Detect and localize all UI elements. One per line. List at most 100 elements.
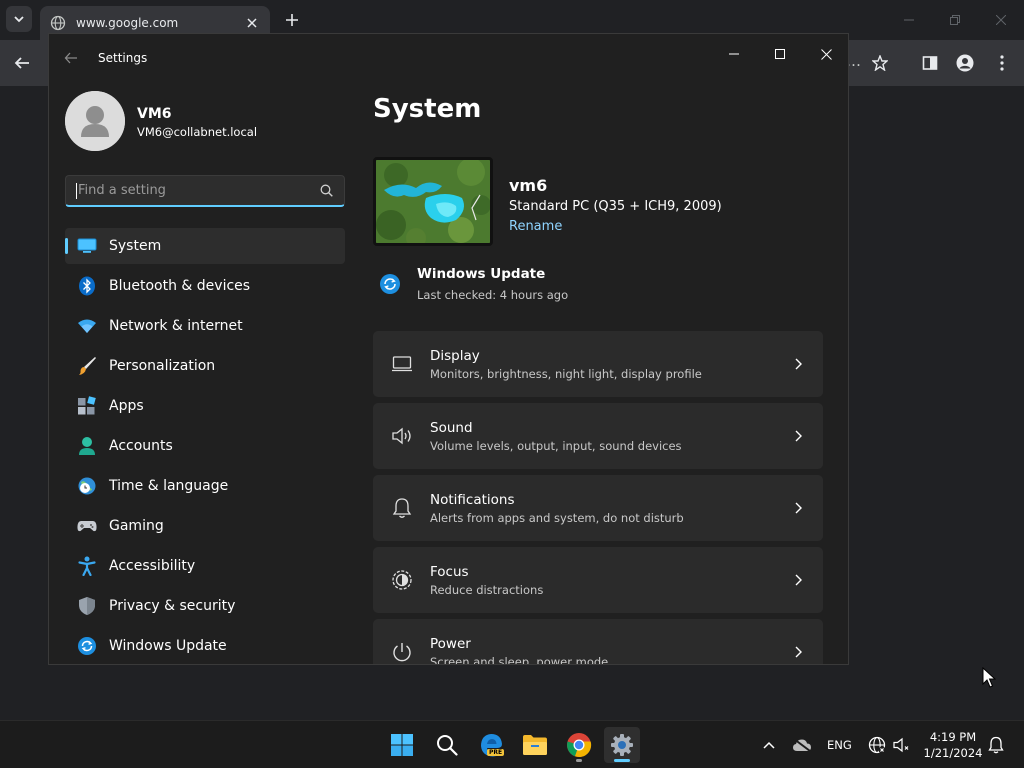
sidebar-item-label: Accessibility	[109, 558, 196, 574]
accounts-icon	[77, 436, 97, 456]
search-icon	[437, 735, 458, 756]
profile-email: VM6@collabnet.local	[137, 125, 258, 139]
sidebar-item-accounts[interactable]: Accounts	[65, 428, 345, 464]
settings-window: Settings VM6 VM6@collabnet.local Find a …	[48, 33, 849, 665]
focus-card[interactable]: Focus Reduce distractions	[373, 547, 823, 613]
sidebar-item-accessibility[interactable]: Accessibility	[65, 548, 345, 584]
power-icon	[391, 641, 413, 663]
more-vertical-icon	[1000, 55, 1004, 71]
windows-update-icon	[379, 273, 401, 295]
chevron-right-icon	[791, 429, 805, 443]
onedrive-button[interactable]	[791, 735, 813, 755]
card-subtitle: Reduce distractions	[430, 582, 544, 597]
chevron-down-icon	[14, 16, 24, 23]
sidebar-item-label: Gaming	[109, 518, 164, 534]
maximize-button[interactable]	[757, 40, 803, 68]
sound-card[interactable]: Sound Volume levels, output, input, soun…	[373, 403, 823, 469]
person-icon	[956, 54, 974, 72]
chevron-right-icon	[791, 645, 805, 659]
browser-minimize-button[interactable]	[895, 8, 923, 32]
card-title: Focus	[430, 563, 469, 580]
system-icon	[77, 236, 97, 256]
sidebar-item-label: Personalization	[109, 358, 216, 374]
minimize-button[interactable]	[711, 40, 757, 68]
sidebar-item-bluetooth[interactable]: Bluetooth & devices	[65, 268, 345, 304]
notification-center-button[interactable]	[987, 735, 1005, 755]
chrome-button[interactable]	[561, 727, 597, 763]
browser-restore-button[interactable]	[941, 8, 969, 32]
brush-icon	[77, 356, 97, 376]
sidebar-item-apps[interactable]: Apps	[65, 388, 345, 424]
window-title: Settings	[98, 51, 148, 65]
minimize-icon	[729, 53, 739, 55]
bluetooth-icon	[77, 276, 97, 296]
settings-back-button[interactable]	[63, 50, 79, 66]
card-text: Notifications Alerts from apps and syste…	[430, 492, 791, 525]
chevron-right-icon	[791, 573, 805, 587]
card-subtitle: Alerts from apps and system, do not dist…	[430, 510, 684, 525]
browser-close-button[interactable]	[987, 8, 1015, 32]
side-panel-button[interactable]	[918, 51, 942, 75]
sidebar-item-personalization[interactable]: Personalization	[65, 348, 345, 384]
bookmark-button[interactable]	[868, 51, 892, 75]
sidebar-item-label: Apps	[109, 398, 144, 414]
volume-button[interactable]	[893, 735, 911, 755]
running-indicator	[576, 759, 582, 762]
profile-button[interactable]	[953, 51, 977, 75]
settings-app-button[interactable]	[604, 727, 640, 763]
language-indicator[interactable]: ENG	[827, 738, 852, 752]
sidebar-item-label: Windows Update	[109, 638, 227, 654]
browser-menu-button[interactable]	[990, 51, 1014, 75]
clock[interactable]: 4:19 PM 1/21/2024	[918, 729, 988, 761]
notifications-card[interactable]: Notifications Alerts from apps and syste…	[373, 475, 823, 541]
settings-titlebar: Settings	[49, 34, 848, 82]
tab-search-button[interactable]	[6, 6, 32, 32]
search-button[interactable]	[429, 727, 465, 763]
chrome-icon	[567, 733, 592, 758]
avatar[interactable]	[65, 91, 125, 151]
card-title: Sound	[430, 419, 473, 436]
close-icon[interactable]	[244, 15, 260, 31]
sidebar-item-privacy[interactable]: Privacy & security	[65, 588, 345, 624]
user-avatar-icon	[65, 91, 125, 151]
start-button[interactable]	[384, 727, 420, 763]
settings-cards: Display Monitors, brightness, night ligh…	[373, 331, 823, 665]
card-text: Power Screen and sleep, power mode	[430, 635, 791, 665]
globe-no-internet-icon	[868, 736, 886, 754]
globe-icon	[50, 15, 66, 31]
sidebar-item-windows-update[interactable]: Windows Update	[65, 628, 345, 664]
sidebar-item-label: Accounts	[109, 438, 173, 454]
rename-link[interactable]: Rename	[509, 219, 562, 234]
search-input[interactable]: Find a setting	[65, 175, 345, 207]
wifi-icon	[77, 316, 97, 336]
arrow-left-icon	[64, 52, 77, 64]
card-title: Power	[430, 635, 471, 652]
display-card[interactable]: Display Monitors, brightness, night ligh…	[373, 331, 823, 397]
star-icon	[872, 55, 888, 71]
device-wallpaper-thumbnail	[373, 157, 493, 246]
taskbar: PRE ENG 4:19 PM 1/21/2024	[0, 720, 1024, 768]
sidebar-item-system[interactable]: System	[65, 228, 345, 264]
card-subtitle: Monitors, brightness, night light, displ…	[430, 366, 702, 381]
close-button[interactable]	[803, 40, 848, 68]
gear-icon	[611, 734, 633, 756]
power-card[interactable]: Power Screen and sleep, power mode	[373, 619, 823, 665]
bell-icon	[988, 736, 1004, 754]
card-text: Sound Volume levels, output, input, soun…	[430, 420, 791, 453]
windows-update-title[interactable]: Windows Update	[417, 266, 545, 282]
new-tab-button[interactable]	[282, 10, 302, 30]
sidebar-item-label: Privacy & security	[109, 598, 236, 614]
file-explorer-button[interactable]	[517, 727, 553, 763]
sidebar-item-label: Network & internet	[109, 318, 243, 334]
display-icon	[391, 353, 413, 375]
network-button[interactable]	[867, 735, 887, 755]
sidebar-item-label: Time & language	[109, 478, 229, 494]
back-button[interactable]	[10, 51, 34, 75]
sidebar-item-time-language[interactable]: Time & language	[65, 468, 345, 504]
sidebar-item-network[interactable]: Network & internet	[65, 308, 345, 344]
search-icon[interactable]	[320, 184, 334, 198]
chevron-right-icon	[791, 501, 805, 515]
show-hidden-icons-button[interactable]	[761, 735, 777, 755]
sidebar-item-gaming[interactable]: Gaming	[65, 508, 345, 544]
edge-preview-button[interactable]: PRE	[473, 727, 509, 763]
